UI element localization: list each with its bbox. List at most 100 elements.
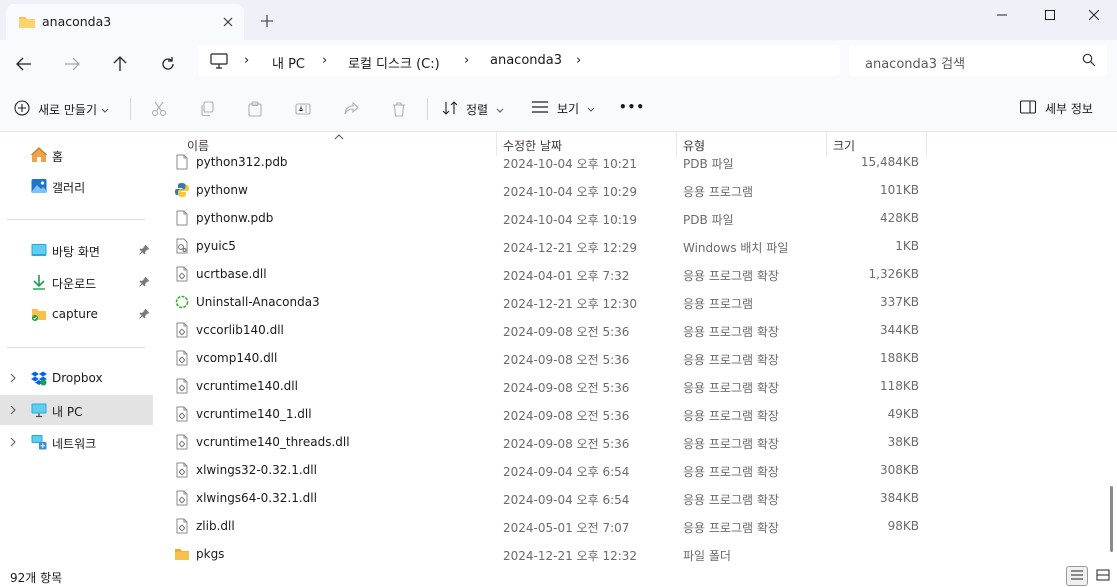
file-name: zlib.dll (196, 519, 235, 533)
file-type: 응용 프로그램 확장 (683, 381, 779, 395)
file-type: 파일 폴더 (683, 549, 731, 563)
file-type: 응용 프로그램 확장 (683, 493, 779, 507)
address-bar[interactable]: › 내 PC › 로컬 디스크 (C:) › anaconda3 › (198, 45, 840, 76)
file-name: pythonw (196, 183, 248, 197)
dll-icon (174, 322, 190, 338)
sidebar-item-downloads[interactable]: 다운로드 (0, 267, 153, 297)
chevron-right-icon[interactable] (9, 404, 17, 418)
tiles-view-button[interactable] (1092, 566, 1114, 586)
file-size: 1KB (895, 239, 919, 253)
desktop-icon (31, 242, 47, 258)
chevron-right-icon[interactable] (9, 436, 17, 450)
file-date-modified: 2024-09-04 오후 6:54 (503, 465, 630, 479)
cut-icon[interactable] (149, 99, 169, 119)
file-size: 118KB (879, 379, 919, 393)
file-row[interactable]: pkgs 2024-12-21 오후 12:32 파일 폴더 (160, 540, 1105, 565)
maximize-button[interactable] (1027, 0, 1073, 30)
file-type: 응용 프로그램 (683, 185, 754, 199)
file-row[interactable]: Uninstall-Anaconda3 2024-12-21 오후 12:30 응용… (160, 288, 1105, 316)
file-name: python312.pdb (196, 155, 288, 169)
sidebar-item-capture[interactable]: capture (0, 299, 153, 329)
navigation-pane: 홈 갤러리 바탕 화면 다운로드 capture Dropbox 내 PC 네트… (0, 132, 156, 565)
breadcrumb-my-pc[interactable]: 내 PC (272, 53, 305, 72)
sidebar-item-desktop[interactable]: 바탕 화면 (0, 235, 153, 265)
refresh-button[interactable] (153, 49, 183, 79)
view-button[interactable]: 보기 (531, 100, 595, 117)
new-tab-button[interactable] (256, 10, 278, 32)
file-row[interactable]: vcruntime140_1.dll 2024-09-08 오전 5:36 응용 프… (160, 400, 1105, 428)
sidebar-item-home[interactable]: 홈 (0, 140, 153, 170)
breadcrumb-local-disk[interactable]: 로컬 디스크 (C:) (348, 53, 440, 72)
file-size: 337KB (879, 295, 919, 309)
network-icon (31, 434, 47, 450)
details-pane-icon (1019, 100, 1037, 117)
tab-anaconda3[interactable]: anaconda3 (6, 4, 244, 40)
file-row[interactable]: pythonw 2024-10-04 오후 10:29 응용 프로그램 101KB (160, 176, 1105, 204)
scrollbar-thumb[interactable] (1110, 486, 1113, 552)
status-bar: 92개 항목 (0, 565, 1117, 587)
file-row[interactable]: vcruntime140.dll 2024-09-08 오전 5:36 응용 프로그… (160, 372, 1105, 400)
chevron-down-icon (101, 103, 109, 117)
chevron-right-icon[interactable] (9, 372, 17, 386)
file-name: pkgs (196, 547, 225, 561)
file-row[interactable]: vccorlib140.dll 2024-09-08 오전 5:36 응용 프로그램… (160, 316, 1105, 344)
search-input[interactable]: anaconda3 검색 (849, 45, 1107, 76)
sidebar-item-label: 바탕 화면 (52, 245, 100, 259)
close-window-button[interactable] (1071, 0, 1117, 30)
add-circle-icon (14, 100, 30, 119)
vertical-scrollbar[interactable] (1106, 132, 1117, 565)
file-size: 1,326KB (868, 267, 919, 281)
file-row[interactable]: zlib.dll 2024-05-01 오전 7:07 응용 프로그램 확장 98KB (160, 512, 1105, 540)
more-options-button[interactable]: ••• (619, 100, 645, 114)
file-row[interactable]: ucrtbase.dll 2024-04-01 오후 7:32 응용 프로그램 확장… (160, 260, 1105, 288)
file-date-modified: 2024-09-08 오전 5:36 (503, 409, 630, 423)
file-name: vcomp140.dll (196, 351, 278, 365)
details-label: 세부 정보 (1045, 102, 1093, 116)
sort-label: 정렬 (466, 103, 489, 117)
breadcrumb-anaconda3[interactable]: anaconda3 (490, 53, 562, 68)
delete-icon[interactable] (389, 99, 409, 119)
file-icon (174, 210, 190, 226)
file-date-modified: 2024-09-04 오후 6:54 (503, 493, 630, 507)
sidebar-divider (7, 347, 145, 348)
file-size: 188KB (879, 351, 919, 365)
python-icon (174, 182, 190, 198)
forward-button[interactable] (57, 49, 87, 79)
up-button[interactable] (105, 49, 135, 79)
copy-icon[interactable] (197, 99, 217, 119)
file-row[interactable]: python312.pdb 2024-10-04 오후 10:21 PDB 파일 15… (160, 148, 1105, 176)
file-date-modified: 2024-04-01 오후 7:32 (503, 269, 630, 283)
paste-icon[interactable] (245, 99, 265, 119)
tiles-view-icon (1096, 569, 1110, 584)
pin-icon (139, 308, 150, 322)
close-tab-icon[interactable] (218, 12, 238, 32)
new-button[interactable]: 새로 만들기 (14, 100, 109, 119)
sidebar-item-label: Dropbox (52, 371, 103, 385)
file-type: 응용 프로그램 (683, 297, 754, 311)
sidebar-item-label: 네트워크 (52, 437, 97, 451)
view-list-icon (531, 100, 549, 117)
back-button[interactable] (9, 49, 39, 79)
file-row[interactable]: vcruntime140_threads.dll 2024-09-08 오전 5:… (160, 428, 1105, 456)
sidebar-item-network[interactable]: 네트워크 (0, 427, 153, 457)
chevron-down-icon (587, 102, 595, 116)
rename-icon[interactable] (293, 99, 313, 119)
sidebar-item-gallery[interactable]: 갤러리 (0, 171, 153, 201)
file-size: 101KB (879, 183, 919, 197)
file-type: PDB 파일 (683, 157, 734, 171)
sidebar-item-dropbox[interactable]: Dropbox (0, 363, 153, 393)
file-row[interactable]: xlwings64-0.32.1.dll 2024-09-04 오후 6:54 응용… (160, 484, 1105, 512)
minimize-button[interactable] (979, 0, 1025, 30)
file-row[interactable]: xlwings32-0.32.1.dll 2024-09-04 오후 6:54 응용… (160, 456, 1105, 484)
share-icon[interactable] (341, 99, 361, 119)
sort-button[interactable]: 정렬 (442, 100, 504, 119)
details-pane-button[interactable]: 세부 정보 (1019, 100, 1093, 117)
file-size: 344KB (879, 323, 919, 337)
details-view-button[interactable] (1066, 566, 1088, 586)
file-row[interactable]: vcomp140.dll 2024-09-08 오전 5:36 응용 프로그램 확장… (160, 344, 1105, 372)
search-icon (1082, 53, 1096, 70)
file-row[interactable]: pyuic5 2024-12-21 오후 12:29 Windows 배치 파일 1K… (160, 232, 1105, 260)
view-label: 보기 (557, 102, 580, 116)
file-row[interactable]: pythonw.pdb 2024-10-04 오후 10:19 PDB 파일 428K… (160, 204, 1105, 232)
sidebar-item-my-pc[interactable]: 내 PC (0, 395, 153, 425)
